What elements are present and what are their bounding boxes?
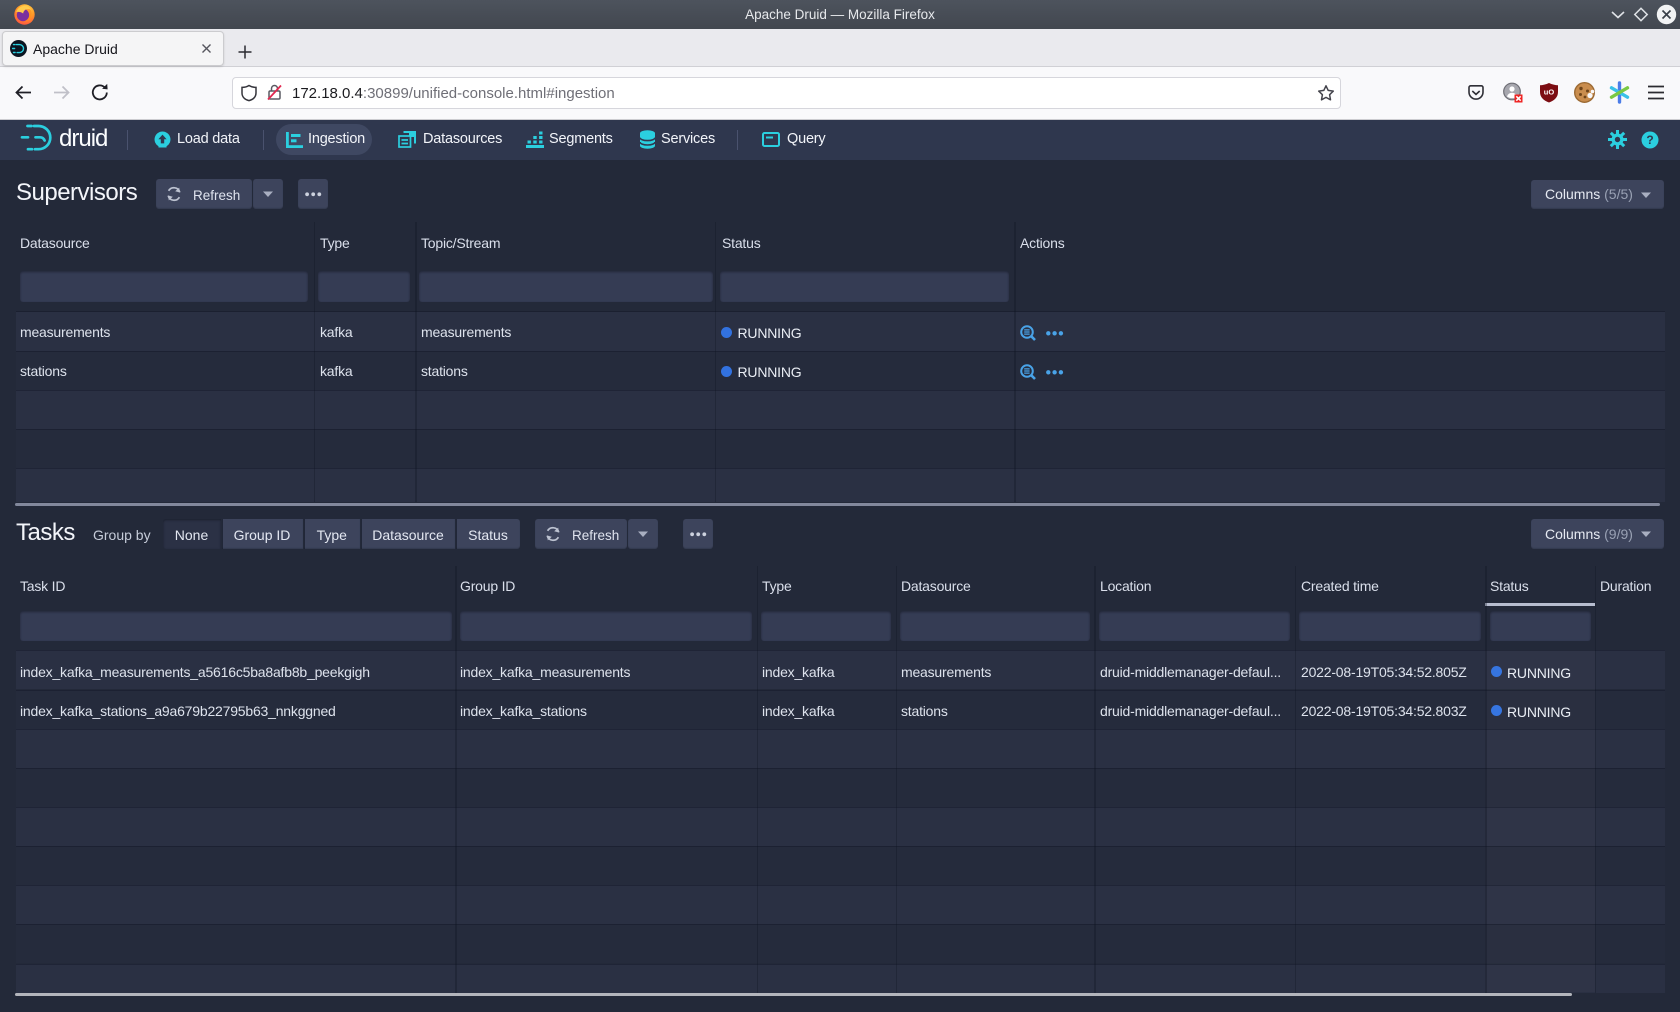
svg-text:?: ? [1646,133,1653,147]
svg-text:uO: uO [1544,88,1555,97]
